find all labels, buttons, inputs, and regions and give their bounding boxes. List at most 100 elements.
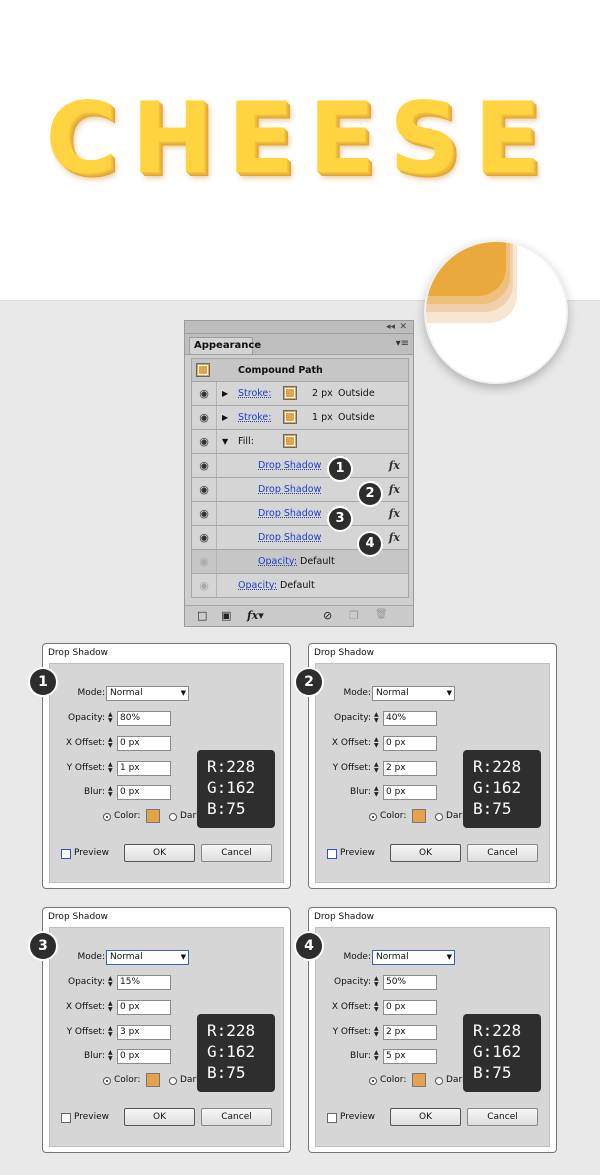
stroke-swatch[interactable] [283,410,297,424]
stroke-row-1[interactable]: ◉ ▶ Stroke: 2 px Outside [191,382,409,406]
opacity-stepper-icon[interactable]: ▲ ▼ [374,976,381,988]
drop-shadow-link[interactable]: Drop Shadow [258,478,321,501]
drop-shadow-link[interactable]: Drop Shadow [258,454,321,477]
preview-checkbox[interactable] [61,849,71,859]
darkness-radio[interactable] [169,813,177,821]
expand-triangle-icon[interactable]: ▶ [222,382,228,405]
collapse-triangle-icon[interactable]: ▼ [222,430,228,453]
drop-shadow-link[interactable]: Drop Shadow [258,502,321,525]
blur-stepper-icon[interactable]: ▲ ▼ [108,786,115,798]
delete-item-icon[interactable]: 🗑 [375,609,388,620]
fx-icon[interactable]: fx [389,478,400,501]
mode-select[interactable]: Normal ▼ [106,686,189,701]
x-offset-input[interactable]: 0 px [383,736,437,751]
fx-icon[interactable]: fx [389,454,400,477]
stroke-row-2[interactable]: ◉ ▶ Stroke: 1 px Outside [191,406,409,430]
object-opacity-row[interactable]: ◉ Opacity: Default [191,574,409,598]
eye-icon[interactable]: ◉ [192,478,217,501]
ok-button[interactable]: OK [124,844,195,862]
opacity-stepper-icon[interactable]: ▲ ▼ [374,712,381,724]
fx-icon[interactable]: fx [389,526,400,549]
eye-icon[interactable]: ◉ [192,574,217,597]
x-offset-stepper-icon[interactable]: ▲ ▼ [108,1001,115,1013]
fill-opacity-row[interactable]: ◉ Opacity: Default [191,550,409,574]
fill-row[interactable]: ◉ ▼ Fill: [191,430,409,454]
clear-appearance-icon[interactable]: ⊘ [323,609,332,622]
stroke-link[interactable]: Stroke: [238,406,271,429]
eye-icon[interactable]: ◉ [192,430,217,453]
darkness-radio[interactable] [169,1077,177,1085]
blur-stepper-icon[interactable]: ▲ ▼ [374,786,381,798]
eye-icon[interactable]: ◉ [192,406,217,429]
cancel-button[interactable]: Cancel [467,1108,538,1126]
expand-triangle-icon[interactable]: ▶ [222,406,228,429]
blur-stepper-icon[interactable]: ▲ ▼ [108,1050,115,1062]
collapse-icon[interactable]: ◂◂ [386,321,395,333]
blur-input[interactable]: 0 px [117,1049,171,1064]
tab-appearance[interactable]: Appearance [189,337,261,354]
preview-checkbox[interactable] [61,1113,71,1123]
opacity-stepper-icon[interactable]: ▲ ▼ [108,712,115,724]
y-offset-stepper-icon[interactable]: ▲ ▼ [108,762,115,774]
mode-select[interactable]: Normal ▼ [106,950,189,965]
opacity-input[interactable]: 50% [383,975,437,990]
add-new-fill-icon[interactable]: ▣ [221,609,231,622]
y-offset-stepper-icon[interactable]: ▲ ▼ [374,1026,381,1038]
y-offset-input[interactable]: 3 px [117,1025,171,1040]
opacity-stepper-icon[interactable]: ▲ ▼ [108,976,115,988]
appearance-object-row[interactable]: Compound Path [191,358,409,382]
opacity-input[interactable]: 80% [117,711,171,726]
x-offset-input[interactable]: 0 px [117,736,171,751]
shadow-color-swatch[interactable] [146,1073,160,1087]
x-offset-stepper-icon[interactable]: ▲ ▼ [108,737,115,749]
color-radio[interactable] [369,1077,377,1085]
duplicate-item-icon[interactable]: ❐ [349,609,359,622]
drop-shadow-link[interactable]: Drop Shadow [258,526,321,549]
y-offset-input[interactable]: 2 px [383,1025,437,1040]
eye-icon[interactable]: ◉ [192,550,217,573]
preview-checkbox[interactable] [327,1113,337,1123]
blur-input[interactable]: 0 px [117,785,171,800]
opacity-link[interactable]: Opacity: [238,574,277,597]
stroke-link[interactable]: Stroke: [238,382,271,405]
y-offset-input[interactable]: 1 px [117,761,171,776]
blur-stepper-icon[interactable]: ▲ ▼ [374,1050,381,1062]
x-offset-stepper-icon[interactable]: ▲ ▼ [374,1001,381,1013]
x-offset-stepper-icon[interactable]: ▲ ▼ [374,737,381,749]
color-radio[interactable] [369,813,377,821]
x-offset-input[interactable]: 0 px [117,1000,171,1015]
eye-icon[interactable]: ◉ [192,454,217,477]
cancel-button[interactable]: Cancel [467,844,538,862]
drop-shadow-row-3[interactable]: ◉ Drop Shadow fx [191,502,409,526]
x-offset-input[interactable]: 0 px [383,1000,437,1015]
cancel-button[interactable]: Cancel [201,844,272,862]
shadow-color-swatch[interactable] [412,1073,426,1087]
ok-button[interactable]: OK [390,1108,461,1126]
color-radio[interactable] [103,813,111,821]
opacity-link[interactable]: Opacity: [258,550,297,573]
blur-input[interactable]: 5 px [383,1049,437,1064]
eye-icon[interactable]: ◉ [192,502,217,525]
shadow-color-swatch[interactable] [412,809,426,823]
fx-icon[interactable]: fx [389,502,400,525]
darkness-radio[interactable] [435,813,443,821]
eye-icon[interactable]: ◉ [192,382,217,405]
drop-shadow-row-1[interactable]: ◉ Drop Shadow fx [191,454,409,478]
mode-select[interactable]: Normal ▼ [372,686,455,701]
add-new-stroke-icon[interactable]: □ [197,609,207,622]
close-icon[interactable]: ✕ [399,321,407,333]
add-new-effect-icon[interactable]: fx▾ [247,609,264,622]
opacity-input[interactable]: 40% [383,711,437,726]
panel-menu-icon[interactable]: ▾≡ [396,338,409,349]
ok-button[interactable]: OK [390,844,461,862]
blur-input[interactable]: 0 px [383,785,437,800]
mode-select[interactable]: Normal ▼ [372,950,455,965]
shadow-color-swatch[interactable] [146,809,160,823]
cancel-button[interactable]: Cancel [201,1108,272,1126]
eye-icon[interactable]: ◉ [192,526,217,549]
ok-button[interactable]: OK [124,1108,195,1126]
y-offset-stepper-icon[interactable]: ▲ ▼ [108,1026,115,1038]
opacity-input[interactable]: 15% [117,975,171,990]
preview-checkbox[interactable] [327,849,337,859]
darkness-radio[interactable] [435,1077,443,1085]
